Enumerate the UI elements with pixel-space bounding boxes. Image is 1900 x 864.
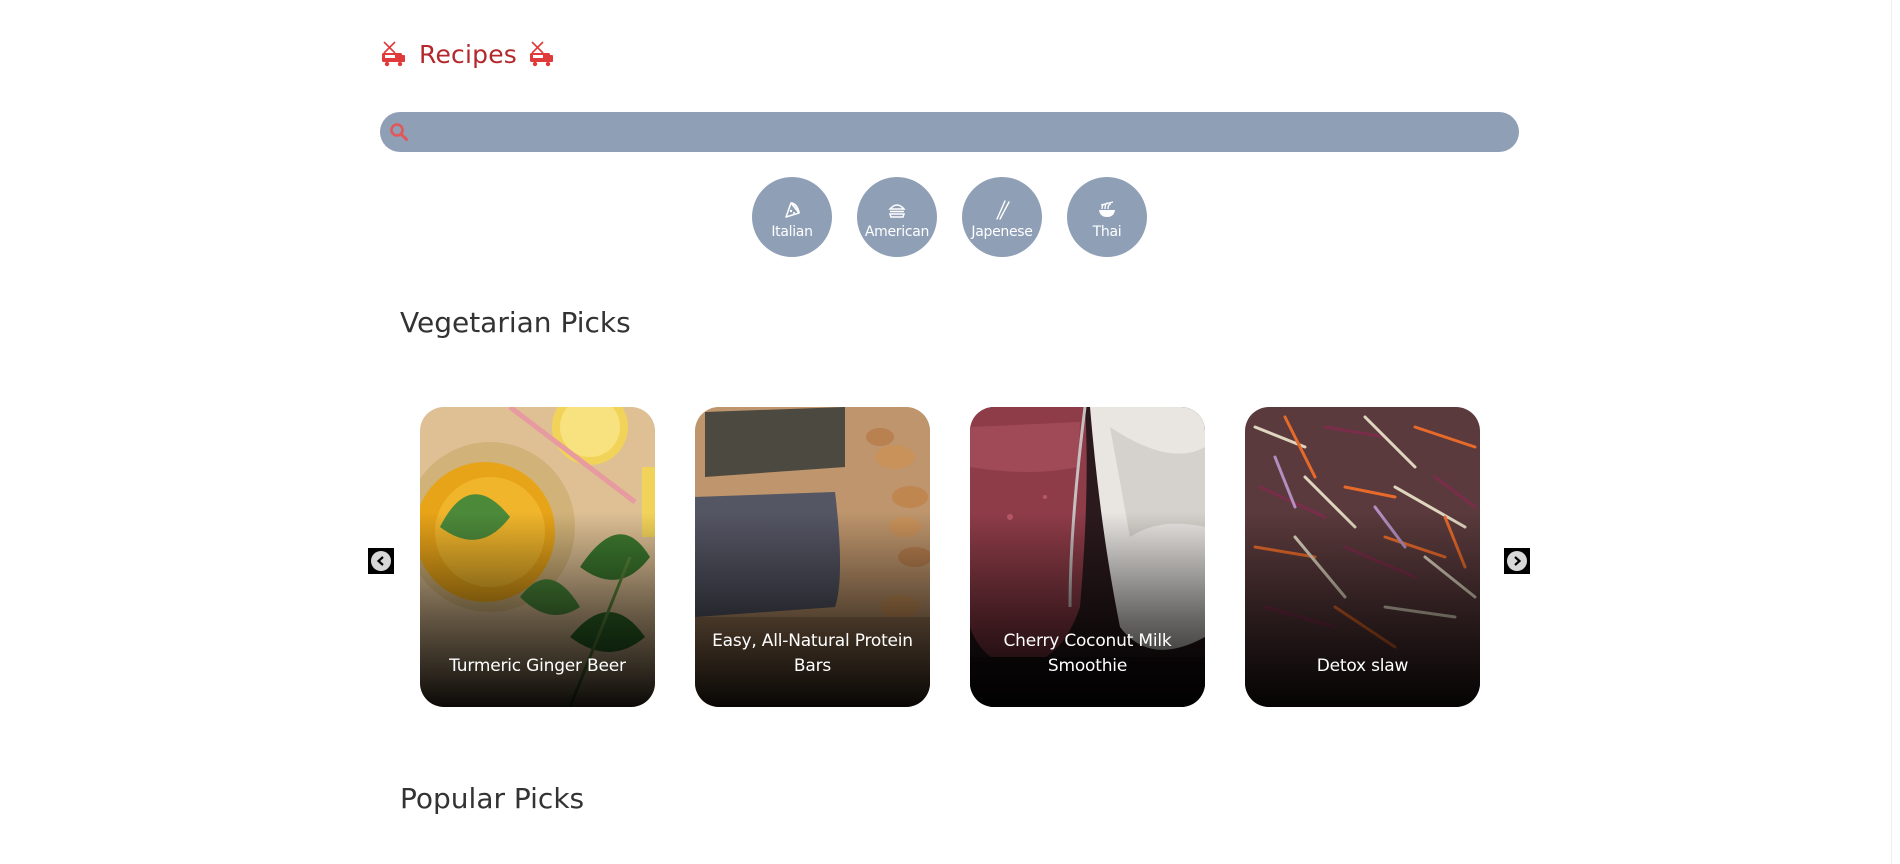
page-scrollbar[interactable]	[1891, 0, 1900, 864]
recipe-card-title: Detox slaw	[1316, 656, 1409, 676]
search-bar[interactable]	[380, 112, 1519, 154]
section-title-vegetarian: Vegetarian Picks	[400, 306, 631, 339]
noodle-bowl-icon	[1099, 200, 1115, 217]
chevron-left-icon	[371, 551, 391, 571]
cuisine-label: Thai	[1092, 223, 1122, 240]
cuisine-label: Italian	[771, 223, 813, 240]
recipe-card[interactable]: Turmeric Ginger Beer	[420, 407, 655, 707]
cuisine-label: American	[864, 223, 930, 240]
page: Recipes Italian American Japenese Thai V…	[0, 0, 1900, 864]
chopsticks-icon	[996, 199, 1010, 220]
section-title-popular: Popular Picks	[400, 782, 585, 815]
site-title: Recipes	[419, 39, 517, 69]
food-truck-icon	[530, 41, 553, 67]
pizza-icon	[785, 201, 800, 218]
cuisine-button-japenese[interactable]: Japenese	[962, 177, 1042, 257]
recipe-card[interactable]: Cherry Coconut Milk Smoothie	[970, 407, 1205, 707]
chevron-right-icon	[1507, 551, 1527, 571]
site-logo[interactable]: Recipes	[379, 36, 557, 72]
recipe-card-title: Turmeric Ginger Beer	[449, 656, 626, 676]
cuisine-label: Japenese	[971, 223, 1033, 240]
carousel-next-button[interactable]	[1504, 548, 1530, 574]
search-icon	[390, 123, 408, 141]
cuisine-button-american[interactable]: American	[857, 177, 937, 257]
cuisine-button-thai[interactable]: Thai	[1067, 177, 1147, 257]
recipe-card[interactable]: Detox slaw	[1245, 407, 1480, 707]
recipe-card-title: Cherry Coconut Milk Smoothie	[1003, 631, 1172, 676]
recipe-card-title: Easy, All-Natural Protein Bars	[712, 631, 913, 676]
recipe-card[interactable]: Easy, All-Natural Protein Bars	[695, 407, 930, 707]
carousel-prev-button[interactable]	[368, 548, 394, 574]
burger-icon	[888, 203, 906, 218]
cuisine-filter-list: Italian American Japenese Thai	[752, 177, 1147, 257]
cuisine-button-italian[interactable]: Italian	[752, 177, 832, 257]
food-truck-icon	[382, 41, 405, 67]
search-input[interactable]	[420, 112, 1504, 154]
